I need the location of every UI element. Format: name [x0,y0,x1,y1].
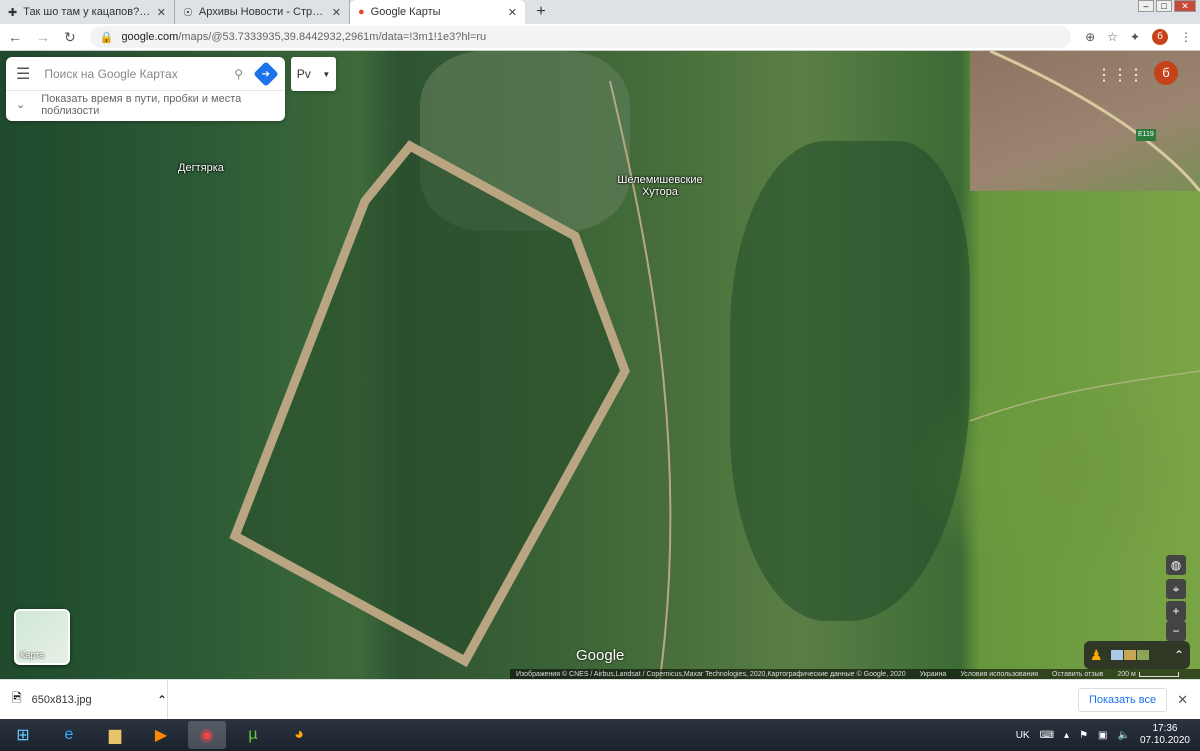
search-input[interactable]: Поиск на Google Картах [44,67,220,81]
new-tab-button[interactable]: + [531,2,551,22]
network-icon[interactable]: ▣ [1098,730,1107,741]
lock-icon: 🔒 [99,31,114,44]
maps-pin-icon: ● [358,6,365,18]
close-tab-icon[interactable]: ✕ [157,6,166,19]
zoom-out-button[interactable]: − [1166,621,1186,641]
reload-icon[interactable]: ↻ [64,29,76,46]
search-icon[interactable]: ⚲ [234,67,243,81]
close-tab-icon[interactable]: ✕ [508,6,517,19]
utorrent-icon[interactable]: µ [234,721,272,749]
apps-grid-icon[interactable]: ⋮⋮⋮ [1096,65,1144,85]
show-all-button[interactable]: Показать все [1077,687,1168,712]
road [969,370,1200,422]
extensions-icon[interactable]: ✦ [1130,30,1140,44]
download-item[interactable]: 🖻 650x813.jpg ⌃ [12,679,168,720]
tray-arrow-icon[interactable]: ▴ [1064,730,1069,741]
close-window-button[interactable]: ✕ [1174,0,1196,12]
terms-link[interactable]: Условия использования [960,671,1038,678]
pegman-icon[interactable]: ♟ [1090,647,1103,664]
camp-interior [235,146,625,661]
google-logo: Google [576,647,625,664]
close-icon[interactable]: ✕ [1177,692,1188,708]
volume-icon[interactable]: 🔈 [1117,730,1129,741]
imagery-thumbnails[interactable] [1110,650,1149,660]
profile-avatar[interactable]: б [1152,29,1168,45]
url-input[interactable]: 🔒 google.com/maps/@53.7333935,39.8442932,… [89,26,1072,48]
road-shield: E119 [1136,129,1156,141]
forward-icon[interactable]: → [36,29,50,45]
satellite-map[interactable]: Дегтярка Шелемишевские Хутора E119 ☰ Поис… [0,51,1200,679]
chevron-down-icon[interactable]: ⌄ [16,99,25,111]
commute-hint[interactable]: Показать время в пути, пробки и места по… [41,93,275,117]
search-box: ☰ Поиск на Google Картах ⚲ ➔ ⌄ Показать врем… [6,57,285,121]
tab-3[interactable]: ● Google Карты ✕ [350,0,525,24]
clock[interactable]: 17:36 07.10.2020 [1140,723,1190,747]
download-shelf: 🖻 650x813.jpg ⌃ Показать все ✕ [0,679,1200,720]
caret-down-icon: ▼ [322,69,331,79]
map-overlay [229,51,1200,679]
account-avatar[interactable]: б [1154,61,1178,85]
chevron-up-icon[interactable]: ⌃ [157,693,167,707]
minimize-button[interactable]: – [1138,0,1154,12]
tab-bar: ✚Так шо там у кацапов? | Страни✕ ☉Архивы… [0,0,1200,24]
expand-icon[interactable]: ⌃ [1174,648,1184,662]
flag-icon[interactable]: ⚑ [1079,730,1088,741]
cross-icon: ✚ [8,6,18,19]
scale-bar[interactable]: 200 м [1117,671,1179,678]
directions-icon[interactable]: ➔ [253,60,279,87]
my-location-icon[interactable]: ⌖ [1166,579,1186,599]
attribution-bar: Изображения © CNES / Airbus,Landsat / Co… [510,669,1200,679]
media-player-icon[interactable]: ▶ [142,721,180,749]
country-link[interactable]: Украина [920,671,947,678]
start-button[interactable]: ⊞ [4,721,42,749]
image-file-icon: 🖻 [12,691,22,705]
maximize-button[interactable]: □ [1156,0,1172,12]
star-icon[interactable]: ☆ [1107,30,1118,44]
place-label[interactable]: Шелемишевские Хутора [610,174,710,198]
tab-1[interactable]: ✚Так шо там у кацапов? | Страни✕ [0,0,175,24]
layer-select[interactable]: Рv ▼ [291,57,336,91]
location-icon[interactable]: ⊕ [1085,30,1095,44]
chrome-icon[interactable]: ◉ [188,721,226,749]
map-bottom-tools: ♟ ⌃ [1084,641,1190,669]
zoom-in-button[interactable]: + [1166,601,1186,621]
feedback-link[interactable]: Оставить отзыв [1052,671,1103,678]
menu-icon[interactable]: ☰ [16,64,30,84]
menu-icon[interactable]: ⋮ [1180,30,1192,44]
close-tab-icon[interactable]: ✕ [332,6,341,19]
back-icon[interactable]: ← [8,29,22,45]
address-bar-row: ← → ↻ 🔒 google.com/maps/@53.7333935,39.84… [0,24,1200,51]
browser-icon[interactable]: ◕ [280,721,318,749]
site-icon: ☉ [183,6,193,19]
map-type-toggle[interactable]: Карта [14,609,70,665]
taskbar: ⊞ e ▆ ▶ ◉ µ ◕ UK ⌨ ▴ ⚑ ▣ 🔈 17:36 07.10.20… [0,719,1200,751]
system-tray: UK ⌨ ▴ ⚑ ▣ 🔈 17:36 07.10.2020 [1016,723,1200,747]
globe-icon[interactable]: ◍ [1166,555,1186,575]
tab-2[interactable]: ☉Архивы Новости - Страница 2 и✕ [175,0,350,24]
language-indicator[interactable]: UK [1016,730,1030,741]
place-label[interactable]: Дегтярка [178,162,224,174]
ie-icon[interactable]: e [50,721,88,749]
explorer-icon[interactable]: ▆ [96,721,134,749]
keyboard-icon[interactable]: ⌨ [1040,730,1054,741]
